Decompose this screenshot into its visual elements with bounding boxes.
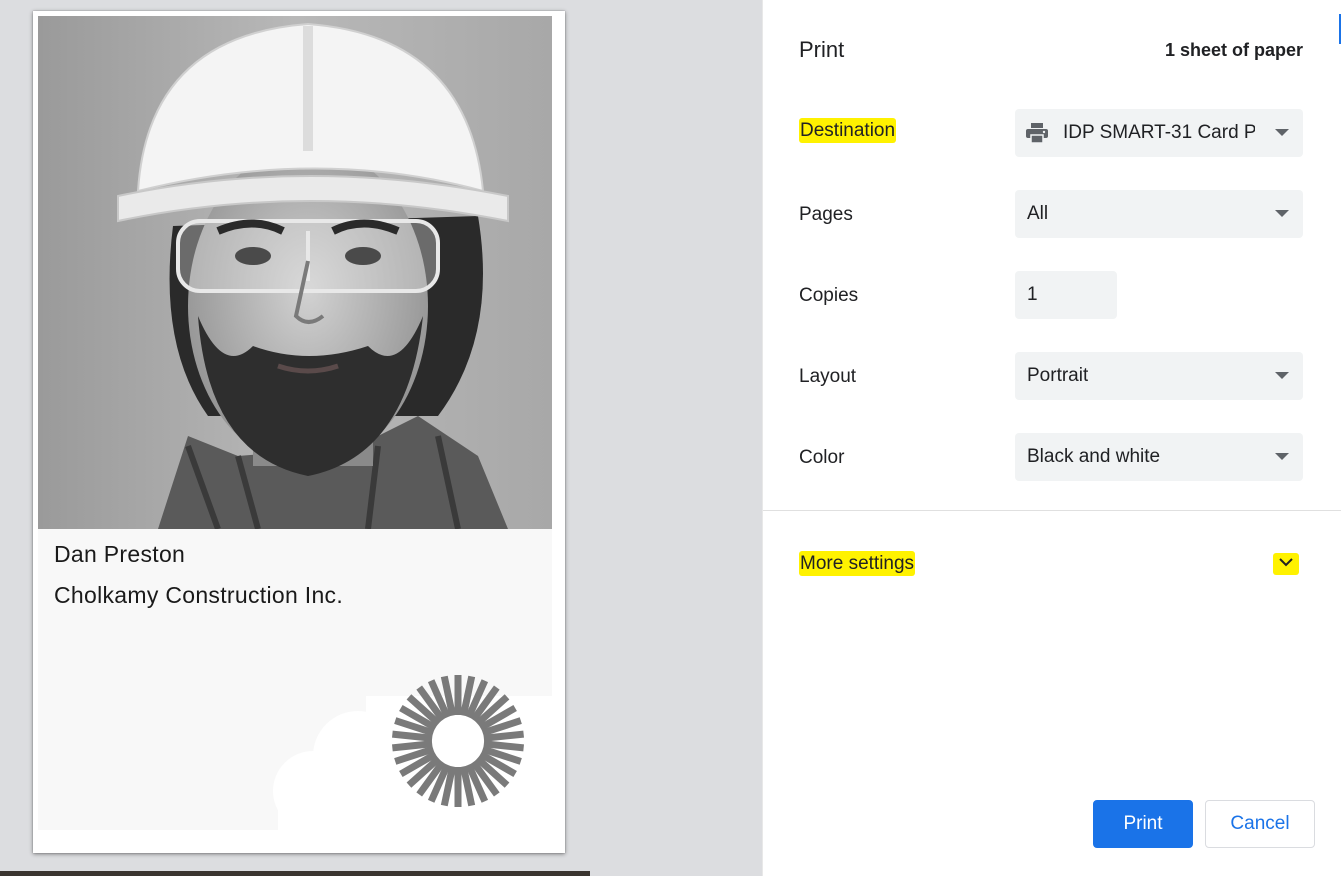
pages-select[interactable]: All (1015, 190, 1303, 238)
copies-input[interactable]: 1 (1015, 271, 1117, 319)
color-select[interactable]: Black and white (1015, 433, 1303, 481)
printer-icon (1025, 122, 1049, 149)
pages-label: Pages (799, 204, 853, 225)
more-settings-toggle[interactable]: More settings (799, 551, 916, 576)
color-dropdown-icon (1275, 453, 1289, 460)
card-holder-name: Dan Preston (54, 541, 186, 567)
layout-label: Layout (799, 366, 857, 387)
chevron-down-icon[interactable] (1273, 553, 1299, 575)
destination-label-text: Destination (799, 118, 897, 143)
more-settings-label: More settings (799, 551, 916, 576)
print-dialog: Dan Preston Cholkamy Construction Inc. P… (0, 0, 1341, 876)
sheet-count: 1 sheet of paper (1164, 40, 1303, 60)
pages-dropdown-icon (1275, 210, 1289, 217)
print-button[interactable]: Print (1093, 800, 1193, 848)
destination-select[interactable]: IDP SMART-31 Card Pr (1015, 109, 1303, 157)
pages-value: All (1027, 203, 1049, 224)
layout-select[interactable]: Portrait (1015, 352, 1303, 400)
copies-label: Copies (799, 285, 859, 306)
card-company-name: Cholkamy Construction Inc. (54, 582, 344, 608)
company-logo (388, 671, 528, 816)
panel-title: Print (799, 37, 845, 62)
destination-dropdown-icon (1275, 129, 1289, 136)
color-value: Black and white (1027, 446, 1161, 467)
id-card: Dan Preston Cholkamy Construction Inc. (38, 16, 552, 830)
preview-page: Dan Preston Cholkamy Construction Inc. (33, 11, 565, 853)
preview-bottom-edge (0, 871, 590, 876)
copies-value: 1 (1027, 284, 1038, 305)
id-photo (38, 16, 552, 529)
print-preview-area: Dan Preston Cholkamy Construction Inc. (0, 0, 762, 876)
destination-value: IDP SMART-31 Card Pr (1063, 122, 1255, 143)
cancel-button[interactable]: Cancel (1205, 800, 1315, 848)
section-divider (763, 510, 1341, 511)
destination-label: Destination (799, 118, 897, 143)
print-settings-panel: Print 1 sheet of paper Destination IDP S… (762, 0, 1341, 876)
layout-dropdown-icon (1275, 372, 1289, 379)
color-label: Color (799, 447, 845, 468)
layout-value: Portrait (1027, 365, 1089, 386)
